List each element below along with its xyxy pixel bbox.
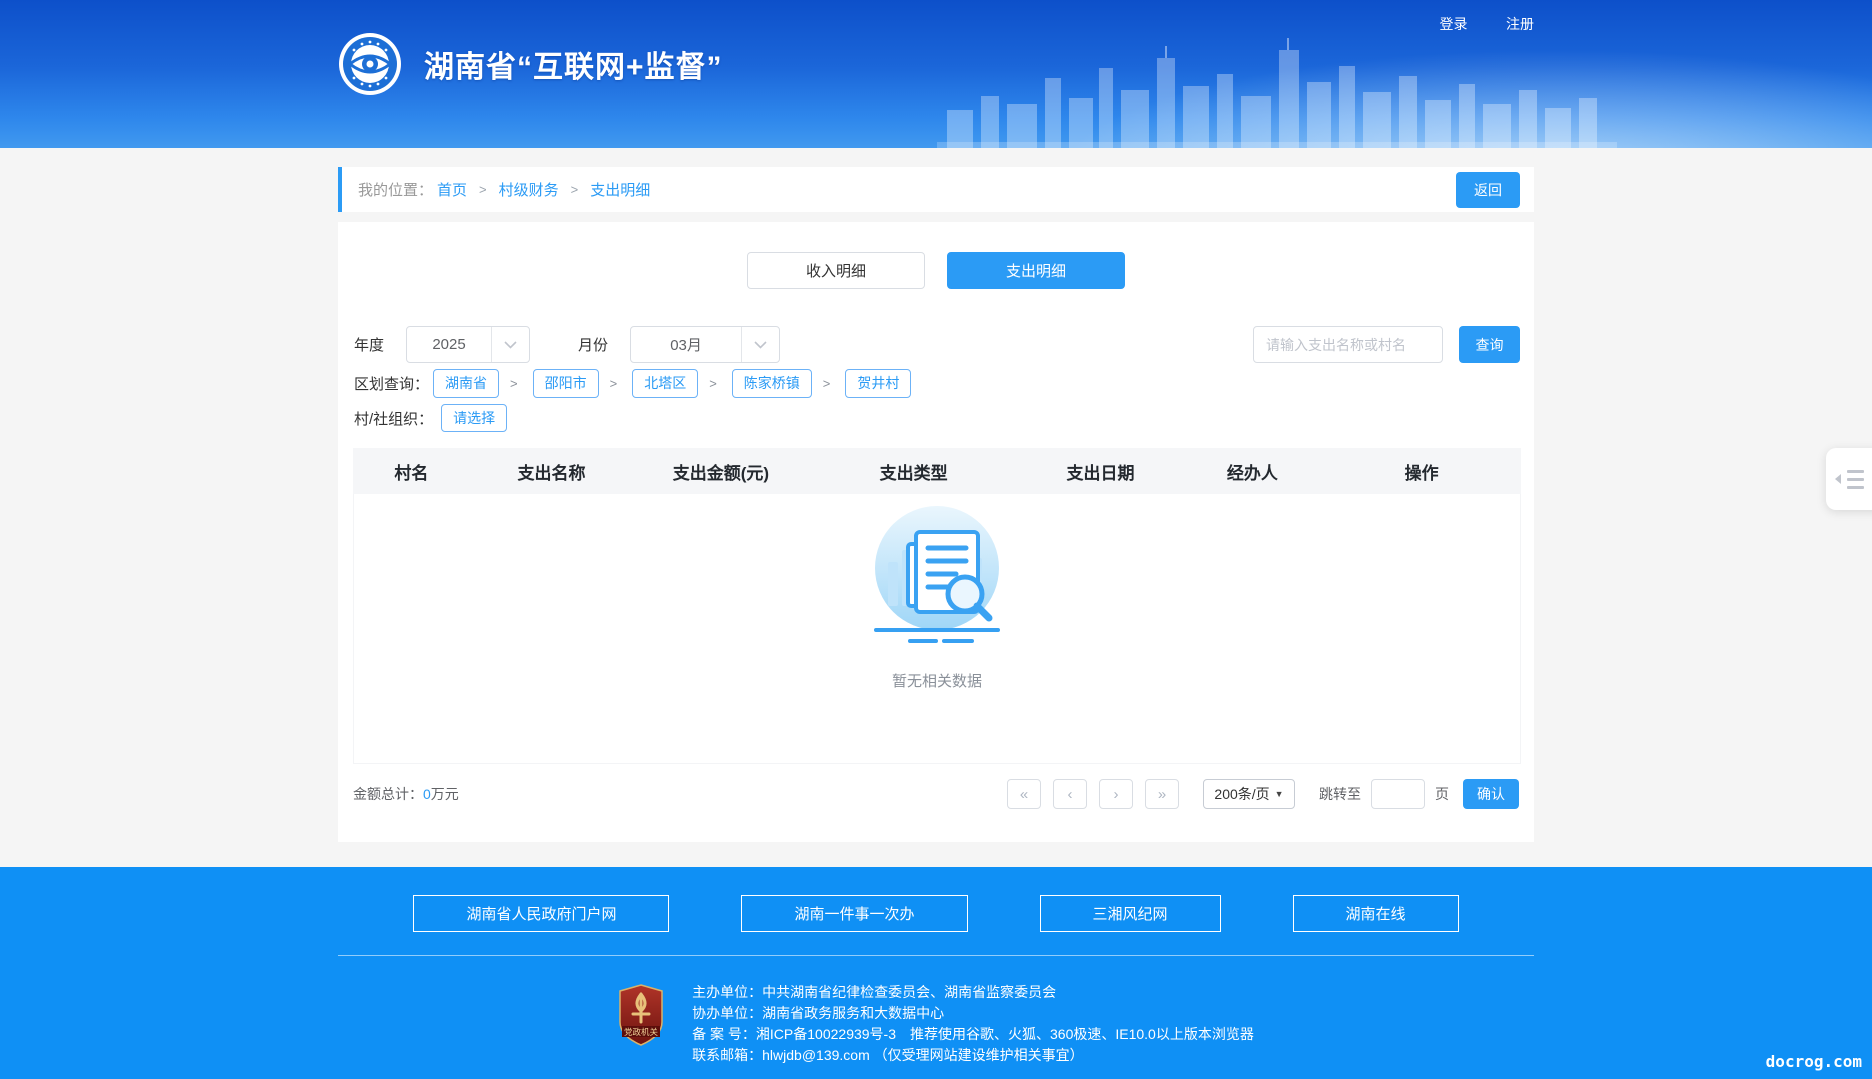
region-label: 区划查询： (354, 373, 429, 394)
chevron-down-icon: ▼ (1275, 789, 1284, 799)
page-title: 湖南省“互联网+监督” (424, 42, 723, 86)
footer-link-gov-portal[interactable]: 湖南省人民政府门户网 (413, 895, 669, 932)
footer-info-label: 联系邮箱： (692, 1047, 762, 1063)
search-input[interactable] (1253, 326, 1443, 363)
register-link[interactable]: 注册 (1506, 16, 1534, 32)
breadcrumb-expense-detail[interactable]: 支出明细 (590, 179, 650, 200)
footer-links: 湖南省人民政府门户网 湖南一件事一次办 三湘风纪网 湖南在线 (0, 867, 1872, 932)
brand: 湖南省“互联网+监督” (338, 32, 723, 96)
org-filter-row: 村/社组织： 请选择 (338, 404, 1534, 432)
footer-divider (338, 955, 1534, 956)
table-header-row: 村名 支出名称 支出金额(元) 支出类型 支出日期 经办人 操作 (353, 448, 1521, 494)
breadcrumb: 我的位置： 首页 > 村级财务 > 支出明细 返回 (338, 167, 1534, 212)
page-unit-label: 页 (1435, 784, 1449, 804)
collapse-arrow-icon (1835, 474, 1841, 484)
year-label: 年度 (354, 334, 384, 355)
jump-page-input[interactable] (1371, 779, 1425, 809)
tab-income-detail[interactable]: 收入明细 (747, 252, 925, 289)
jump-to-label: 跳转至 (1319, 784, 1361, 804)
footer-link-hunan-online[interactable]: 湖南在线 (1293, 895, 1459, 932)
site-header: 登录 注册 湖南省“互联网+监督” (0, 0, 1872, 148)
main-content-card: 收入明细 支出明细 年度 2025 月份 03月 查询 区划查询： 湖南省 > … (338, 222, 1534, 842)
region-separator: > (709, 376, 717, 391)
breadcrumb-village-finance[interactable]: 村级财务 (499, 179, 559, 200)
region-separator: > (823, 376, 831, 391)
year-value: 2025 (407, 336, 491, 353)
search-area: 查询 (1253, 326, 1520, 363)
total-amount-unit: 万元 (431, 784, 459, 804)
breadcrumb-separator: > (571, 182, 579, 197)
col-village-name: 村名 (353, 459, 470, 484)
svg-text:党政机关: 党政机关 (624, 1027, 659, 1037)
region-village-button[interactable]: 贺井村 (845, 369, 911, 397)
region-separator: > (510, 376, 518, 391)
col-expense-date: 支出日期 (1019, 459, 1183, 484)
watermark: docrog.com (1766, 1052, 1862, 1071)
month-value: 03月 (631, 334, 741, 355)
login-link[interactable]: 登录 (1440, 16, 1468, 32)
org-label: 村/社组织： (354, 408, 433, 429)
footer-info-label: 备 案 号： (692, 1026, 756, 1042)
col-expense-amount: 支出金额(元) (633, 459, 808, 484)
last-page-button[interactable]: » (1145, 779, 1179, 809)
site-logo (338, 32, 402, 96)
back-button[interactable]: 返回 (1456, 172, 1520, 208)
next-page-button[interactable]: › (1099, 779, 1133, 809)
col-expense-type: 支出类型 (809, 459, 1019, 484)
total-amount-value: 0 (423, 786, 431, 802)
region-filter-row: 区划查询： 湖南省 > 邵阳市 > 北塔区 > 陈家桥镇 > 贺井村 (338, 369, 1534, 398)
chevron-down-icon (741, 327, 779, 362)
col-expense-name: 支出名称 (470, 459, 634, 484)
footer-link-one-stop[interactable]: 湖南一件事一次办 (741, 895, 967, 932)
region-city-button[interactable]: 邵阳市 (533, 369, 599, 397)
empty-state: 暂无相关数据 (852, 504, 1022, 691)
side-panel-toggle[interactable] (1826, 448, 1872, 510)
prev-page-button[interactable]: ‹ (1053, 779, 1087, 809)
confirm-button[interactable]: 确认 (1463, 779, 1519, 809)
pagination: « ‹ › » 200条/页 ▼ 跳转至 页 确认 (995, 779, 1519, 809)
tab-expense-detail[interactable]: 支出明细 (947, 252, 1125, 289)
footer-info-label: 主办单位： (692, 984, 762, 1000)
org-select-button[interactable]: 请选择 (441, 404, 507, 432)
year-select[interactable]: 2025 (406, 326, 530, 363)
expense-table: 村名 支出名称 支出金额(元) 支出类型 支出日期 经办人 操作 (353, 448, 1521, 764)
auth-links: 登录 注册 (1406, 14, 1534, 34)
summary-pagination-row: 金额总计： 0 万元 « ‹ › » 200条/页 ▼ 跳转至 页 确认 (338, 776, 1534, 812)
region-province-button[interactable]: 湖南省 (433, 369, 499, 397)
chevron-down-icon (491, 327, 529, 362)
month-label: 月份 (578, 334, 608, 355)
page-size-select[interactable]: 200条/页 ▼ (1203, 779, 1295, 809)
footer-info-value: 湖南省政务服务和大数据中心 (762, 1005, 944, 1021)
footer-info: 党政机关 主办单位：中共湖南省纪律检查委员会、湖南省监察委员会 协办单位：湖南省… (0, 982, 1872, 1066)
region-district-button[interactable]: 北塔区 (632, 369, 698, 397)
col-actions: 操作 (1322, 459, 1521, 484)
government-badge-icon: 党政机关 (618, 984, 664, 1046)
menu-lines-icon (1847, 470, 1864, 489)
footer-link-sanxiang[interactable]: 三湘风纪网 (1040, 895, 1221, 932)
footer-info-lines: 主办单位：中共湖南省纪律检查委员会、湖南省监察委员会 协办单位：湖南省政务服务和… (692, 982, 1254, 1066)
first-page-button[interactable]: « (1007, 779, 1041, 809)
footer-info-label: 协办单位： (692, 1005, 762, 1021)
empty-state-text: 暂无相关数据 (892, 670, 982, 691)
page-size-value: 200条/页 (1214, 784, 1269, 804)
footer-info-value: hlwjdb@139.com （仅受理网站建设维护相关事宜） (762, 1047, 1084, 1063)
search-button[interactable]: 查询 (1459, 326, 1520, 363)
footer-info-value: 湘ICP备10022939号-3 推荐使用谷歌、火狐、360极速、IE10.0以… (756, 1026, 1254, 1042)
footer-info-value: 中共湖南省纪律检查委员会、湖南省监察委员会 (762, 984, 1056, 1000)
filter-row: 年度 2025 月份 03月 查询 (338, 326, 1534, 363)
total-amount-label: 金额总计： (353, 784, 423, 804)
month-select[interactable]: 03月 (630, 326, 780, 363)
region-town-button[interactable]: 陈家桥镇 (732, 369, 812, 397)
col-handler: 经办人 (1182, 459, 1322, 484)
breadcrumb-separator: > (479, 182, 487, 197)
no-data-icon (852, 504, 1022, 652)
detail-tabs: 收入明细 支出明细 (338, 222, 1534, 289)
table-body-empty: 暂无相关数据 (353, 494, 1521, 764)
breadcrumb-label: 我的位置： (358, 179, 433, 200)
breadcrumb-home[interactable]: 首页 (437, 179, 467, 200)
region-separator: > (610, 376, 618, 391)
site-footer: 湖南省人民政府门户网 湖南一件事一次办 三湘风纪网 湖南在线 党政机关 主办单位… (0, 867, 1872, 1079)
